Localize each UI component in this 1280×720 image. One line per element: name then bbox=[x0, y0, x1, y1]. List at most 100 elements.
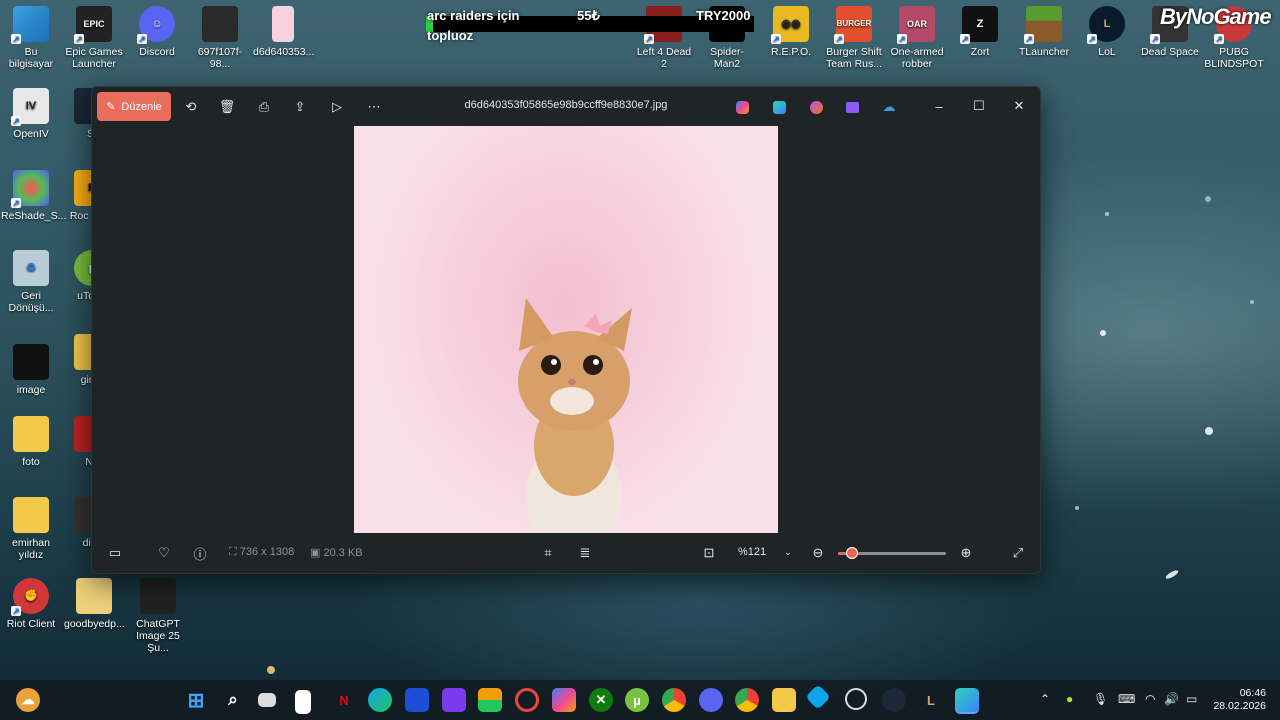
chrome-2-icon[interactable] bbox=[735, 688, 759, 712]
desktop-icon-goodbye[interactable]: goodbyedp... bbox=[64, 578, 125, 630]
netflix-icon[interactable]: N bbox=[332, 688, 356, 712]
photos-taskbar-icon[interactable] bbox=[955, 688, 979, 714]
zoom-dropdown[interactable]: %121 ⌄ bbox=[730, 539, 798, 565]
image-thumbnail-icon bbox=[13, 344, 49, 380]
onedrive-icon[interactable]: ☁ bbox=[878, 97, 900, 117]
desktop-icon-reshade[interactable]: ↗ ReShade_S... bbox=[1, 170, 66, 222]
image-dimensions: ⛶ 736 x 1308 bbox=[229, 546, 294, 559]
dimensions-icon: ⛶ bbox=[229, 546, 240, 558]
desktop-icon-foto[interactable]: foto bbox=[1, 416, 61, 468]
utorrent-taskbar-icon[interactable]: µ bbox=[625, 688, 649, 712]
desktop-icon-chatgpt-image[interactable]: ChatGPT Image 25 Şu... bbox=[128, 578, 188, 654]
fit-to-window-icon[interactable]: ⊡ bbox=[698, 542, 720, 564]
kitten-photo bbox=[518, 298, 632, 533]
desktop-icon-label: Geri Dönüşü... bbox=[8, 290, 54, 314]
visual-search-icon[interactable]: ⌗ bbox=[537, 542, 559, 564]
volume-icon[interactable]: 🔊 bbox=[1164, 692, 1179, 706]
battery-icon[interactable]: ▭ bbox=[1186, 692, 1197, 706]
league-taskbar-icon[interactable]: L bbox=[919, 688, 943, 712]
desktop-icon-emirhan[interactable]: emirhan yıldız bbox=[1, 497, 61, 561]
desktop-icon-zort[interactable]: Z ↗ Zort bbox=[950, 6, 1010, 58]
text-extract-icon[interactable]: ≣ bbox=[574, 542, 596, 564]
designer-icon[interactable] bbox=[769, 97, 789, 117]
chevron-up-icon[interactable]: ⌃ bbox=[1040, 692, 1050, 706]
desktop-icon-riot-client[interactable]: ✊ ↗ Riot Client bbox=[1, 578, 61, 630]
photos-toolbar: ✎ Düzenle ⟲ 🗑 ⎙ ⇪ ▷ ⋯ d6d640353f05865e98b… bbox=[92, 87, 1040, 125]
folder-icon bbox=[13, 497, 49, 533]
store-icon[interactable] bbox=[478, 688, 502, 712]
app-circle-icon[interactable] bbox=[845, 688, 867, 710]
opera-icon[interactable] bbox=[515, 688, 539, 712]
chrome-icon[interactable] bbox=[662, 688, 686, 712]
discord-icon: ☺ ↗ bbox=[137, 6, 175, 44]
close-icon[interactable]: ✕ bbox=[1008, 95, 1030, 117]
fullscreen-icon[interactable]: ⤢ bbox=[1007, 542, 1029, 564]
clipchamp-icon[interactable] bbox=[806, 97, 826, 117]
clock-time: 06:46 bbox=[1239, 687, 1266, 699]
maximize-icon[interactable]: ☐ bbox=[968, 95, 990, 117]
repo-icon: ◉◉ ↗ bbox=[771, 6, 809, 44]
file-icon[interactable] bbox=[295, 690, 311, 714]
app-blue-icon[interactable] bbox=[405, 688, 429, 712]
desktop-icon-this-pc[interactable]: ↗ Bu bilgisayar bbox=[1, 6, 61, 70]
image-thumbnail-icon bbox=[140, 578, 176, 614]
desktop-icon-tlauncher[interactable]: ↗ TLauncher bbox=[1014, 6, 1074, 58]
file-size-icon: ▣ bbox=[310, 547, 324, 559]
weather-icon[interactable]: ☁ bbox=[16, 688, 40, 712]
desktop-icon-burger-shift[interactable]: BURGER ↗ Burger Shift Team Rus... bbox=[824, 6, 884, 70]
zoom-in-icon[interactable]: ⊕ bbox=[955, 542, 977, 564]
desktop-icon-discord[interactable]: ☺ ↗ Discord bbox=[127, 6, 187, 58]
desktop-icon-recycle-bin[interactable]: ♻ Geri Dönüşü... bbox=[1, 250, 61, 314]
favorite-icon[interactable]: ♡ bbox=[153, 542, 175, 564]
app-purple-icon[interactable] bbox=[442, 688, 466, 712]
desktop-icon-label: goodbyedp... bbox=[64, 618, 125, 630]
discord-taskbar-icon[interactable] bbox=[699, 688, 723, 712]
start-icon[interactable]: ⊞ bbox=[184, 688, 208, 712]
desktop-icon-label: d6d640353... bbox=[253, 46, 315, 58]
desktop-icon-image[interactable]: image bbox=[1, 344, 61, 396]
desktop-icon-lol[interactable]: L ↗ LoL bbox=[1077, 6, 1137, 58]
keyboard-icon[interactable]: ⌨ bbox=[1118, 692, 1135, 706]
desktop-icon-label: Dead Space bbox=[1141, 46, 1199, 58]
copilot-taskbar-icon[interactable] bbox=[552, 688, 576, 712]
edge-icon[interactable] bbox=[368, 688, 392, 712]
app-diamond-icon[interactable] bbox=[805, 684, 831, 710]
zoom-out-icon[interactable]: ⊖ bbox=[807, 542, 829, 564]
desktop-icon-file-d6d6[interactable]: d6d640353... bbox=[253, 6, 315, 58]
wifi-icon[interactable]: ◠ bbox=[1145, 692, 1155, 706]
zoom-slider-handle[interactable] bbox=[846, 547, 859, 559]
filmstrip-icon[interactable]: ▭ bbox=[104, 542, 126, 564]
steam-taskbar-icon[interactable] bbox=[882, 688, 906, 712]
photos-app-icon[interactable] bbox=[842, 97, 862, 117]
desktop-icon-label: Spider-Man2 bbox=[710, 46, 744, 70]
desktop-icon-repo[interactable]: ◉◉ ↗ R.E.P.O. bbox=[761, 6, 821, 58]
microphone-icon[interactable]: 🎙 bbox=[1093, 692, 1108, 706]
folder-icon bbox=[13, 416, 49, 452]
desktop-icon-label: Left 4 Dead 2 bbox=[636, 46, 692, 70]
search-icon[interactable]: ⌕ bbox=[221, 688, 245, 712]
copilot-icon[interactable] bbox=[732, 97, 752, 117]
task-view-icon[interactable] bbox=[258, 693, 276, 707]
zoom-slider[interactable] bbox=[838, 547, 946, 559]
desktop-icon-one-armed-robber[interactable]: OAR ↗ One-armed robber bbox=[887, 6, 947, 70]
desktop-icon-epic-games[interactable]: EPIC ↗ Epic Games Launcher bbox=[64, 6, 124, 70]
image-canvas[interactable] bbox=[354, 126, 778, 533]
file-size: ▣ 20.3 KB bbox=[310, 546, 363, 559]
desktop-icon-label: LoL bbox=[1098, 46, 1116, 58]
desktop-icon-label: TLauncher bbox=[1018, 46, 1070, 58]
tray-app-icon[interactable]: ● bbox=[1066, 692, 1073, 706]
snow-flake bbox=[1205, 196, 1211, 202]
xbox-icon[interactable]: ✕ bbox=[589, 688, 613, 712]
file-explorer-icon[interactable] bbox=[772, 688, 796, 712]
epic-games-icon: EPIC ↗ bbox=[74, 6, 112, 44]
zort-icon: Z ↗ bbox=[960, 6, 998, 44]
monitor-icon: ↗ bbox=[11, 6, 49, 44]
minimize-icon[interactable]: – bbox=[928, 95, 950, 117]
desktop-icon-openiv[interactable]: IV ↗ OpenIV bbox=[1, 88, 61, 140]
snow-flake bbox=[1250, 300, 1254, 304]
clock[interactable]: 06:46 28.02.2026 bbox=[1213, 687, 1266, 713]
info-icon[interactable]: ⓘ bbox=[189, 542, 211, 564]
desktop-icon-label: R.E.P.O. bbox=[770, 46, 812, 58]
photos-window[interactable]: ✎ Düzenle ⟲ 🗑 ⎙ ⇪ ▷ ⋯ d6d640353f05865e98b… bbox=[91, 86, 1041, 574]
desktop-icon-file-697f[interactable]: 697f107f-98... bbox=[190, 6, 250, 70]
